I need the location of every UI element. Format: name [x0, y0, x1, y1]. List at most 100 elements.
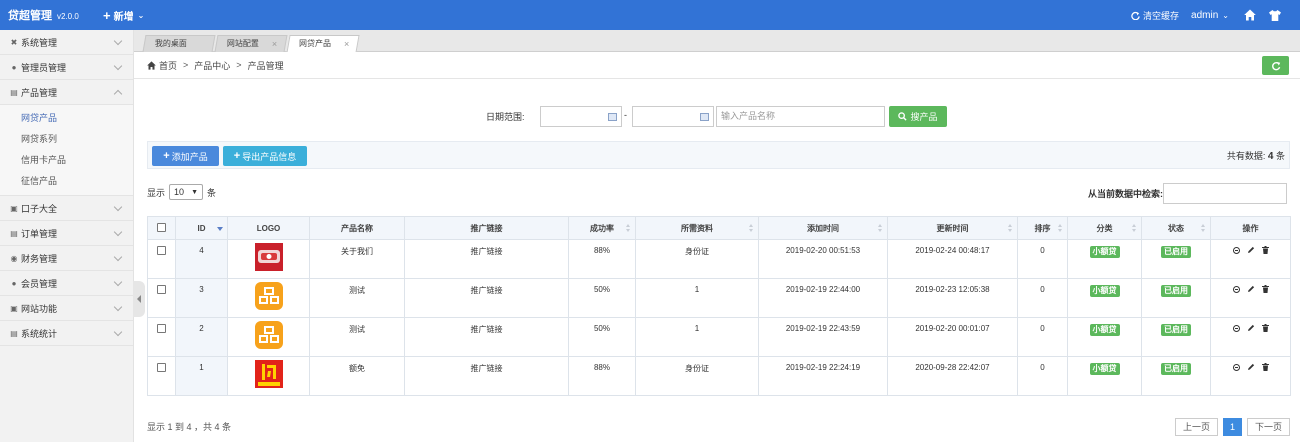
refresh-button[interactable] — [1262, 56, 1289, 75]
actions-cell — [1210, 239, 1291, 279]
category-cell: 小额贷 — [1067, 239, 1142, 279]
submenu-item-credit-card[interactable]: 信用卡产品 — [0, 150, 133, 171]
add-product-button[interactable]: + 添加产品 — [152, 146, 219, 166]
start-date-input[interactable] — [540, 106, 622, 127]
status-cell: 已启用 — [1141, 239, 1211, 279]
filter-input[interactable] — [1163, 183, 1287, 204]
status-badge[interactable]: 已启用 — [1161, 324, 1191, 336]
link-cell[interactable]: 推广链接 — [404, 278, 569, 318]
sidebar-item-statistics[interactable]: ▤ 系统统计 — [0, 321, 133, 346]
close-icon[interactable]: × — [272, 36, 277, 52]
link-cell[interactable]: 推广链接 — [404, 239, 569, 279]
logo-cell — [227, 317, 310, 357]
link-cell[interactable]: 推广链接 — [404, 317, 569, 357]
column-header-id[interactable]: ID — [175, 216, 228, 240]
sidebar-item-members[interactable]: ● 会员管理 — [0, 271, 133, 296]
status-badge[interactable]: 已启用 — [1161, 363, 1191, 375]
end-date-input[interactable] — [632, 106, 714, 127]
clear-cache-button[interactable]: 清空缓存 — [1131, 9, 1179, 22]
submenu-item-loan-series[interactable]: 网贷系列 — [0, 129, 133, 150]
edit-icon[interactable] — [1247, 324, 1255, 332]
tab-loan-products[interactable]: 网贷产品 × — [286, 35, 360, 53]
breadcrumb-home[interactable]: 首页 — [159, 59, 177, 72]
sidebar-item-products[interactable]: ▤ 产品管理 — [0, 80, 133, 105]
column-header-updated[interactable]: 更新时间 — [887, 216, 1018, 240]
edit-icon[interactable] — [1247, 363, 1255, 371]
row-checkbox[interactable] — [157, 246, 166, 255]
trash-icon[interactable] — [1261, 246, 1269, 254]
product-name-input[interactable]: 输入产品名称 — [716, 106, 885, 127]
products-table: ID LOGO 产品名称 推广链接 成功率 所需资料 添加时间 更新时间 排序 … — [147, 216, 1291, 396]
select-all-checkbox[interactable] — [157, 222, 166, 232]
rate-cell: 88% — [568, 356, 636, 396]
close-icon[interactable]: × — [344, 36, 349, 52]
disable-icon[interactable] — [1232, 363, 1240, 371]
total-prefix: 共有数据: — [1226, 151, 1266, 161]
sidebar-item-orders[interactable]: ▤ 订单管理 — [0, 221, 133, 246]
sort-icon — [749, 224, 754, 233]
actions-cell — [1210, 278, 1291, 318]
row-checkbox[interactable] — [157, 363, 166, 372]
status-badge[interactable]: 已启用 — [1161, 285, 1191, 297]
column-header-sort[interactable]: 排序 — [1017, 216, 1068, 240]
sidebar-item-site-functions[interactable]: ▣ 网站功能 — [0, 296, 133, 321]
trash-icon[interactable] — [1261, 363, 1269, 371]
column-label: 状态 — [1168, 223, 1184, 233]
column-header-added[interactable]: 添加时间 — [758, 216, 888, 240]
link-cell[interactable]: 推广链接 — [404, 356, 569, 396]
sidebar-collapse-toggle[interactable] — [133, 281, 145, 317]
page-size-select[interactable]: 10 ▼ — [169, 184, 204, 200]
submenu-item-loan-products[interactable]: 网贷产品 — [0, 108, 133, 129]
column-header-rate[interactable]: 成功率 — [568, 216, 636, 240]
prev-page-button[interactable]: 上一页 — [1174, 418, 1218, 436]
column-header-category[interactable]: 分类 — [1067, 216, 1142, 240]
sort-icon — [878, 224, 883, 233]
sidebar-item-system[interactable]: ✖ 系统管理 — [0, 30, 133, 55]
tab-my-desktop[interactable]: 我的桌面 — [142, 35, 216, 52]
sidebar-item-finance[interactable]: ◉ 财务管理 — [0, 246, 133, 271]
sidebar-item-admins[interactable]: ● 管理员管理 — [0, 55, 133, 80]
disable-icon[interactable] — [1232, 324, 1240, 332]
submenu-item-credit-report[interactable]: 征信产品 — [0, 171, 133, 192]
search-products-button[interactable]: 搜产品 — [889, 106, 947, 127]
row-checkbox[interactable] — [157, 324, 166, 333]
sort-cell: 0 — [1017, 239, 1068, 279]
row-checkbox[interactable] — [157, 285, 166, 294]
next-page-button[interactable]: 下一页 — [1246, 418, 1290, 436]
export-products-button[interactable]: + 导出产品信息 — [223, 146, 307, 166]
trash-icon[interactable] — [1261, 285, 1269, 293]
edit-icon[interactable] — [1247, 246, 1255, 254]
tab-site-config[interactable]: 网站配置 × — [214, 35, 288, 52]
wrench-icon: ✖ — [10, 37, 18, 47]
total-suffix: 条 — [1275, 151, 1285, 161]
sidebar-item-label: 管理员管理 — [21, 62, 67, 73]
theme-shirt-icon[interactable] — [1269, 9, 1281, 21]
admin-menu[interactable]: admin ⌄ — [1191, 10, 1229, 21]
column-label: 产品名称 — [341, 223, 373, 233]
edit-icon[interactable] — [1247, 285, 1255, 293]
breadcrumb-separator: > — [236, 60, 242, 70]
disable-icon[interactable] — [1232, 285, 1240, 293]
column-header-actions: 操作 — [1210, 216, 1291, 240]
sidebar-item-channels[interactable]: ▣ 口子大全 — [0, 196, 133, 221]
column-header-docs[interactable]: 所需资料 — [635, 216, 759, 240]
brand[interactable]: 贷超管理 v2.0.0 — [0, 7, 93, 23]
sidebar-item-label: 网站功能 — [21, 303, 58, 314]
disable-icon[interactable] — [1232, 246, 1240, 254]
new-menu-button[interactable]: + 新增 ⌄ — [103, 8, 144, 23]
trash-icon[interactable] — [1261, 324, 1269, 332]
docs-cell: 身份证 — [635, 356, 759, 396]
category-badge: 小额贷 — [1089, 324, 1120, 336]
column-header-status[interactable]: 状态 — [1141, 216, 1211, 240]
tab-strip: 我的桌面 网站配置 × 网贷产品 × — [134, 30, 1300, 53]
name-cell: 测试 — [309, 317, 405, 357]
page-1-button[interactable]: 1 — [1222, 418, 1242, 436]
chevron-down-icon: ⌄ — [137, 10, 145, 20]
status-badge[interactable]: 已启用 — [1161, 246, 1191, 258]
logo-cell — [227, 239, 310, 279]
select-all-header — [147, 216, 176, 240]
row-select-cell — [147, 278, 176, 318]
new-menu-label: 新增 — [113, 11, 134, 23]
home-icon[interactable] — [1244, 9, 1256, 21]
site-icon: ▣ — [10, 303, 18, 313]
